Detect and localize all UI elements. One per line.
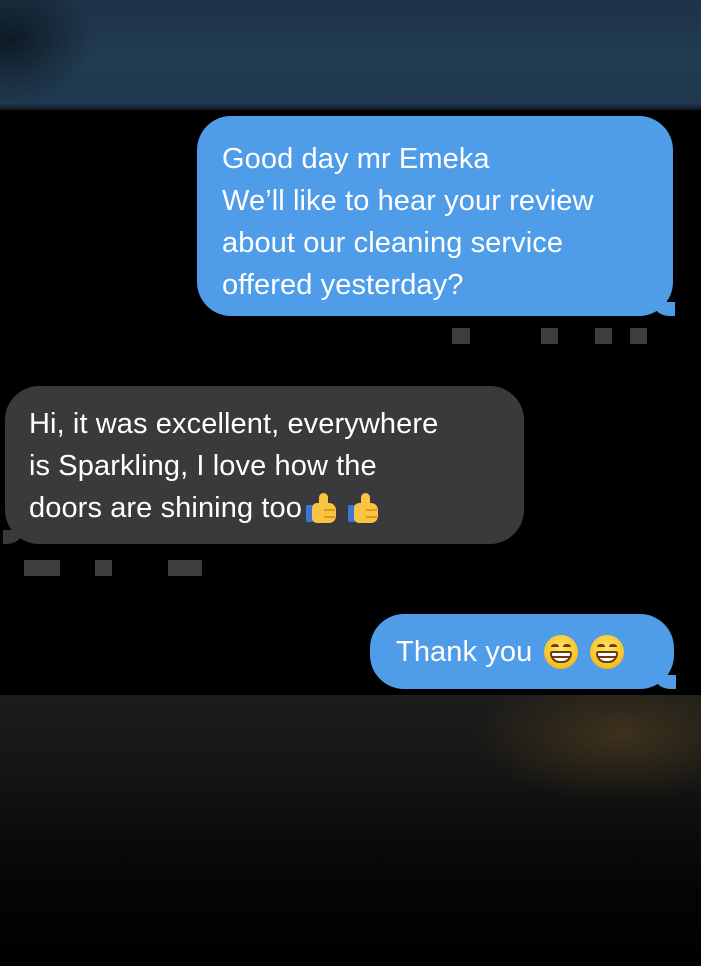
message-bubble-incoming[interactable]: Hi, it was excellent, everywhere is Spar… (3, 386, 524, 544)
chat-screenshot: Good day mr Emeka We’ll like to hear you… (0, 0, 701, 966)
message-bubble-outgoing[interactable]: Good day mr Emeka We’ll like to hear you… (197, 116, 675, 316)
message-line: Thank you (396, 636, 533, 668)
message-line-with-emoji: doors are shining too (29, 487, 382, 529)
thumbs-up-icon (347, 493, 382, 523)
grinning-face-icon (544, 635, 579, 669)
message-line: doors are shining too (29, 492, 302, 524)
message-thread[interactable]: Good day mr Emeka We’ll like to hear you… (0, 110, 701, 695)
message-line: offered yesterday? (222, 269, 464, 301)
message-bubble-outgoing[interactable]: Thank you (370, 614, 676, 689)
message-line-with-emoji: Thank you (396, 631, 625, 673)
message-line: is Sparkling, I love how the (29, 450, 377, 482)
blurred-footer (0, 695, 701, 966)
message-line: Hi, it was excellent, everywhere (29, 408, 439, 440)
redacted-timestamp (450, 328, 665, 348)
blurred-header (0, 0, 701, 110)
redacted-timestamp (24, 560, 214, 580)
grinning-face-icon (590, 635, 625, 669)
message-line: Good day mr Emeka (222, 143, 490, 175)
message-line: about our cleaning service (222, 227, 564, 259)
message-line: We’ll like to hear your review (222, 185, 594, 217)
thumbs-up-icon (305, 493, 340, 523)
